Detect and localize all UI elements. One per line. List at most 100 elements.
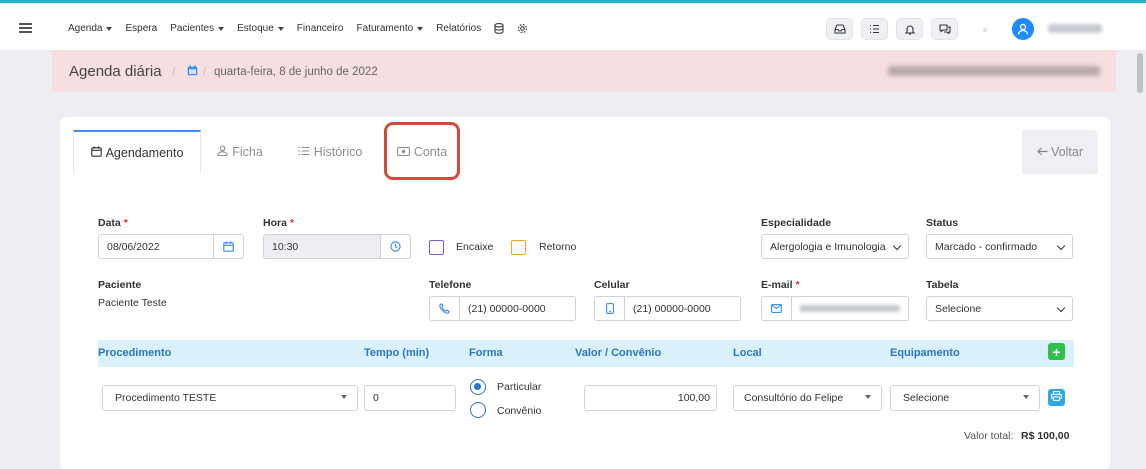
time-field[interactable]: 10:30: [263, 234, 411, 259]
encaixe-label: Encaixe: [456, 241, 494, 253]
equipamento-value: Selecione: [903, 392, 950, 404]
celular-label: Celular: [594, 279, 630, 291]
forma-convenio-radio[interactable]: [470, 402, 486, 418]
arrow-left-icon: [1037, 145, 1048, 159]
highlight-annotation: [384, 122, 460, 180]
especialidade-select[interactable]: Alergologia e Imunologia: [761, 234, 909, 259]
chevron-down-icon: [892, 241, 902, 251]
status-select[interactable]: Marcado - confirmado: [926, 234, 1073, 259]
main-nav: Agenda Espera Pacientes Estoque Financei…: [68, 23, 528, 34]
envelope-icon: [762, 297, 792, 320]
avatar[interactable]: [1012, 18, 1034, 40]
tab-ficha[interactable]: Ficha: [208, 130, 272, 174]
tabela-select[interactable]: Selecione: [926, 296, 1073, 321]
back-label: Voltar: [1051, 145, 1083, 159]
phone-icon: [430, 297, 460, 320]
local-select[interactable]: Consultório do Felipe: [733, 385, 882, 411]
tab-historico[interactable]: Histórico: [290, 130, 370, 174]
forma-particular-radio[interactable]: [470, 379, 486, 395]
scrollbar[interactable]: [1137, 53, 1143, 93]
tab-bar: Agendamento Ficha Histórico Conta Voltar: [60, 130, 1098, 174]
bell-icon[interactable]: [896, 18, 923, 40]
local-value: Consultório do Felipe: [744, 392, 844, 404]
email-field[interactable]: [761, 296, 909, 321]
data-label: Data *: [98, 217, 128, 229]
total-value: R$ 100,00: [1021, 430, 1070, 442]
print-button[interactable]: [1048, 389, 1065, 406]
caret-down-icon: [417, 26, 424, 31]
calendar-picker-icon[interactable]: [213, 235, 243, 258]
header-actions: [826, 18, 958, 40]
breadcrumb-date: quarta-feira, 8 de junho de 2022: [214, 66, 378, 78]
telefone-field[interactable]: (21) 00000-0000: [429, 296, 576, 321]
nav-item-pacientes[interactable]: Pacientes: [170, 23, 225, 34]
chevron-down-icon: [1056, 303, 1066, 313]
date-field[interactable]: 08/06/2022: [98, 234, 244, 259]
nav-item-espera[interactable]: Espera: [125, 23, 157, 34]
forma-particular-label: Particular: [497, 381, 542, 393]
chat-icon[interactable]: [931, 18, 958, 40]
plus-icon: +: [1052, 343, 1061, 360]
time-value: 10:30: [272, 240, 299, 253]
nav-label: Financeiro: [296, 23, 344, 34]
add-procedure-button[interactable]: +: [1048, 343, 1065, 360]
nav-label: Espera: [125, 23, 158, 34]
nav-label: Faturamento: [356, 23, 414, 34]
col-procedimento: Procedimento: [98, 347, 172, 359]
caret-down-icon: [218, 26, 225, 31]
tempo-input[interactable]: 0: [364, 385, 456, 411]
nav-item-financeiro[interactable]: Financeiro: [297, 23, 344, 34]
chevron-down-icon: [1056, 241, 1066, 251]
status-label: Status: [926, 217, 959, 229]
status-value: Marcado - confirmado: [935, 240, 1038, 253]
inbox-icon[interactable]: [826, 18, 853, 40]
user-icon: [217, 145, 228, 159]
nav-label: Estoque: [237, 23, 274, 34]
celular-field[interactable]: (21) 00000-0000: [594, 296, 741, 321]
nav-item-estoque[interactable]: Estoque: [237, 23, 284, 34]
checklist-icon[interactable]: [861, 18, 888, 40]
user-name-blurred[interactable]: [1048, 24, 1102, 33]
status-dot: [983, 28, 987, 32]
breadcrumb-separator: /: [203, 66, 207, 78]
settings-cog-icon[interactable]: [517, 23, 528, 34]
hora-label: Hora *: [263, 217, 294, 229]
caret-down-icon: [341, 395, 347, 399]
printer-icon: [1051, 391, 1062, 404]
retorno-label: Retorno: [539, 241, 577, 253]
breadcrumb: Agenda diária / / quarta-feira, 8 de jun…: [52, 50, 1116, 92]
calendar-icon: [90, 146, 102, 160]
procedimento-select[interactable]: Procedimento TESTE: [102, 385, 358, 411]
nav-item-faturamento[interactable]: Faturamento: [357, 23, 424, 34]
retorno-checkbox[interactable]: [511, 240, 526, 255]
database-icon[interactable]: [494, 23, 504, 34]
paciente-value: Paciente Teste: [98, 297, 167, 309]
tab-agendamento[interactable]: Agendamento: [73, 130, 201, 174]
valor-input[interactable]: 100,00: [584, 385, 717, 411]
back-button[interactable]: Voltar: [1022, 130, 1098, 174]
encaixe-checkbox[interactable]: [429, 240, 444, 255]
email-value-blurred: [800, 305, 900, 312]
total-label: Valor total:: [964, 430, 1014, 442]
tabela-label: Tabela: [926, 279, 959, 291]
tab-label: Ficha: [232, 145, 263, 159]
breadcrumb-separator: /: [172, 66, 176, 78]
especialidade-value: Alergologia e Imunologia: [770, 240, 886, 253]
celular-value: (21) 00000-0000: [633, 302, 711, 315]
nav-item-agenda[interactable]: Agenda: [68, 23, 113, 34]
top-navbar: Agenda Espera Pacientes Estoque Financei…: [0, 0, 1146, 50]
nav-label: Agenda: [68, 23, 103, 34]
list-icon: [298, 145, 310, 159]
col-equipamento: Equipamento: [890, 347, 960, 359]
calendar-icon: [187, 65, 198, 79]
col-tempo: Tempo (min): [364, 347, 430, 359]
valor-value: 100,00: [677, 392, 710, 404]
menu-icon[interactable]: [19, 23, 32, 33]
procedimento-value: Procedimento TESTE: [115, 392, 217, 404]
equipamento-select[interactable]: Selecione: [890, 385, 1040, 411]
nav-label: Pacientes: [170, 23, 215, 34]
nav-item-relatorios[interactable]: Relatórios: [436, 23, 481, 34]
tab-label: Histórico: [313, 145, 363, 159]
col-valor: Valor / Convênio: [575, 347, 662, 359]
clock-icon[interactable]: [380, 235, 410, 258]
